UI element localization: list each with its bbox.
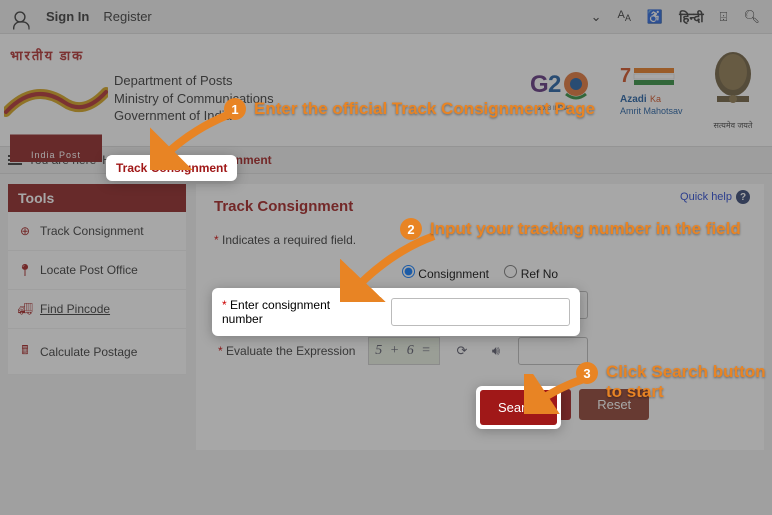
radio-group: Consignment Ref No <box>214 265 746 281</box>
top-bar: Sign In Register ⌄ AA ♿ हिन्दी ⌹ 🔍︎ <box>0 0 772 34</box>
svg-text:G: G <box>530 71 549 98</box>
radio-refno[interactable]: Ref No <box>504 267 558 281</box>
logo-caption: India Post <box>10 150 102 160</box>
hindi-link[interactable]: हिन्दी <box>679 8 704 26</box>
sidebar-item-label: Find Pincode <box>40 302 110 316</box>
svg-text:Azadi: Azadi <box>620 94 647 105</box>
svg-text:7: 7 <box>620 65 631 87</box>
callout-badge-3: 3 <box>576 362 598 384</box>
callout-3: 3 Click Search button to start <box>576 362 772 403</box>
user-icon <box>14 11 25 22</box>
truck-icon: 🚚︎ <box>18 302 32 316</box>
svg-text:Ka: Ka <box>650 94 661 104</box>
page-title: Track Consignment <box>214 198 746 215</box>
chevron-down-icon[interactable]: ⌄ <box>591 9 602 25</box>
arrow-2 <box>340 232 440 302</box>
font-size-icon[interactable]: AA <box>617 9 630 23</box>
sitemap-icon[interactable]: ⌹ <box>720 9 728 25</box>
sidebar-item-label: Locate Post Office <box>40 263 138 277</box>
highlight-input-label: * Enter consignment number <box>222 298 373 326</box>
pin-icon: 📍︎ <box>18 263 32 277</box>
header: भारतीय डाक India Post Department of Post… <box>0 34 772 146</box>
callout-text-1: Enter the official Track Consignment Pag… <box>254 99 595 119</box>
dept-line-1: Department of Posts <box>114 72 274 90</box>
captcha-image: 5 + 6 = <box>368 337 440 365</box>
refresh-icon[interactable]: ⟳ <box>450 339 474 363</box>
search-icon[interactable]: 🔍︎ <box>743 9 760 25</box>
callout-2: 2 Input your tracking number in the fiel… <box>400 218 741 240</box>
sidebar-item-label: Track Consignment <box>40 224 144 238</box>
help-icon: ? <box>736 190 750 204</box>
sidebar-item-pincode[interactable]: 🚚︎ Find Pincode <box>8 290 186 329</box>
callout-badge-1: 1 <box>224 98 246 120</box>
svg-text:Amrit Mahotsav: Amrit Mahotsav <box>620 106 683 116</box>
calculator-icon: 🖩 <box>18 341 32 362</box>
national-emblem: सत्यमेव जयते <box>704 48 762 136</box>
emblem-motto: सत्यमेव जयते <box>714 120 753 131</box>
sidebar-title: Tools <box>8 184 186 212</box>
quick-help[interactable]: Quick help ? <box>680 190 750 204</box>
azadi-logo: 7 Azadi Ka Amrit Mahotsav <box>616 62 686 122</box>
callout-badge-2: 2 <box>400 218 422 240</box>
target-icon: ⊕ <box>18 224 32 238</box>
sidebar-item-label: Calculate Postage <box>40 345 137 359</box>
callout-text-3: Click Search button to start <box>606 362 772 403</box>
sidebar: Tools ⊕ Track Consignment 📍︎ Locate Post… <box>8 184 186 375</box>
callout-text-2: Input your tracking number in the field <box>430 219 741 239</box>
signin-link[interactable]: Sign In <box>46 9 89 24</box>
captcha-label: * Evaluate the Expression <box>218 344 358 358</box>
logo-hindi-text: भारतीय डाक <box>10 42 102 64</box>
india-post-logo: India Post <box>10 64 102 162</box>
highlight-consignment-input[interactable] <box>391 298 570 326</box>
accessibility-icon[interactable]: ♿ <box>647 9 663 25</box>
sidebar-item-postage[interactable]: 🖩 Calculate Postage <box>8 329 186 375</box>
sidebar-item-locate[interactable]: 📍︎ Locate Post Office <box>8 251 186 290</box>
audio-icon[interactable]: 🔊︎ <box>484 339 508 363</box>
register-link[interactable]: Register <box>103 9 151 24</box>
callout-1: 1 Enter the official Track Consignment P… <box>224 98 595 120</box>
svg-text:2: 2 <box>548 71 561 98</box>
captcha-answer-input[interactable] <box>518 337 588 365</box>
sidebar-item-track[interactable]: ⊕ Track Consignment <box>8 212 186 251</box>
quick-help-label: Quick help <box>680 191 732 203</box>
